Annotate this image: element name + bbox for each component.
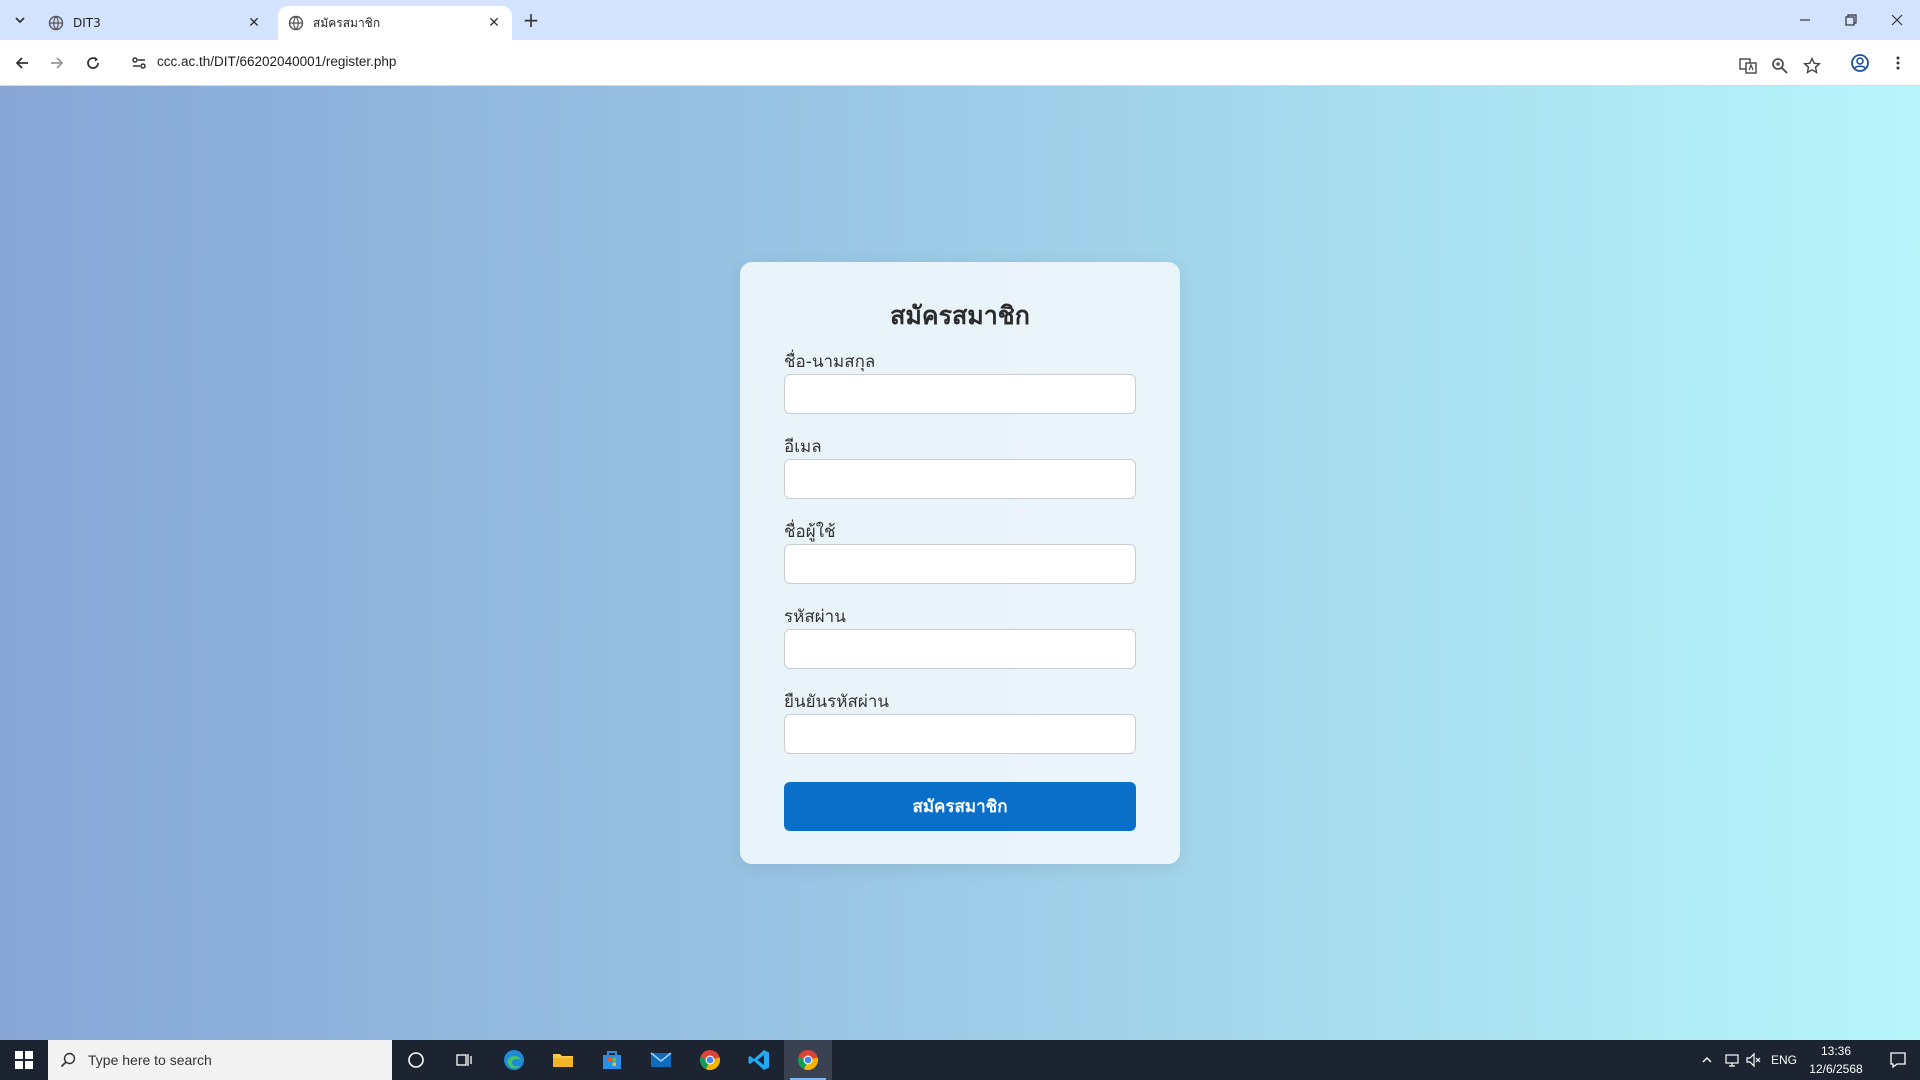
tab-register[interactable]: สมัครสมาชิก ✕ — [278, 6, 512, 40]
fullname-input[interactable] — [784, 374, 1136, 414]
store-app[interactable] — [588, 1040, 636, 1080]
show-hidden-icons-button[interactable] — [1698, 1040, 1716, 1080]
network-icon — [1725, 1054, 1739, 1067]
register-form-card: สมัครสมาชิก ชื่อ-นามสกุล อีเมล ชื่อผู้ใช… — [740, 262, 1180, 864]
vscode-app[interactable] — [735, 1040, 783, 1080]
form-heading: สมัครสมาชิก — [890, 301, 1030, 330]
username-label: ชื่อผู้ใช้ — [784, 522, 836, 542]
site-info-icon[interactable] — [130, 54, 148, 72]
start-button[interactable] — [0, 1040, 48, 1080]
email-label: อีเมล — [784, 437, 822, 457]
close-icon — [1891, 14, 1903, 26]
volume-button[interactable] — [1744, 1040, 1764, 1080]
close-window-button[interactable] — [1874, 0, 1920, 40]
browser-tab-strip: DIT3 ✕ สมัครสมาชิก ✕ + — [0, 0, 1920, 40]
chevron-down-icon — [15, 17, 25, 24]
tab-dit3[interactable]: DIT3 ✕ — [38, 6, 272, 40]
page-background: สมัครสมาชิก ชื่อ-นามสกุล อีเมล ชื่อผู้ใช… — [0, 86, 1920, 1040]
tab-title: สมัครสมาชิก — [313, 15, 381, 30]
chevron-up-icon — [1702, 1057, 1712, 1063]
profile-button[interactable] — [1846, 49, 1874, 77]
chrome-icon — [797, 1050, 819, 1071]
mail-icon — [650, 1052, 672, 1067]
register-button[interactable]: สมัครสมาชิก — [784, 782, 1136, 831]
chrome-icon — [699, 1050, 721, 1071]
profile-icon — [1851, 54, 1869, 72]
bookmark-star-icon[interactable] — [1800, 54, 1824, 78]
clock-time: 13:36 — [1820, 1044, 1852, 1058]
confirm-password-input[interactable] — [784, 714, 1136, 754]
reload-icon — [87, 57, 99, 69]
mail-app[interactable] — [637, 1040, 685, 1080]
tab-title: DIT3 — [73, 16, 101, 30]
task-view-icon — [456, 1054, 472, 1066]
globe-icon — [48, 15, 64, 31]
fullname-label: ชื่อ-นามสกุล — [784, 352, 876, 372]
password-label: รหัสผ่าน — [784, 607, 846, 627]
search-placeholder: Type here to search — [88, 1052, 212, 1068]
chrome-app-active[interactable] — [784, 1040, 832, 1080]
back-button[interactable] — [8, 49, 36, 77]
browser-toolbar: ccc.ac.th/DIT/66202040001/register.php — [0, 40, 1920, 86]
new-tab-button[interactable]: + — [519, 8, 543, 32]
windows-logo-icon — [15, 1051, 33, 1069]
search-icon — [60, 1052, 76, 1068]
cortana-button[interactable] — [392, 1040, 440, 1080]
restore-icon — [1845, 14, 1857, 26]
edge-icon — [504, 1050, 524, 1070]
arrow-right-icon — [51, 57, 64, 69]
edge-app[interactable] — [490, 1040, 538, 1080]
close-tab-icon[interactable]: ✕ — [486, 15, 502, 31]
volume-muted-icon — [1746, 1052, 1761, 1068]
address-bar[interactable]: ccc.ac.th/DIT/66202040001/register.php — [122, 45, 1835, 81]
clock[interactable]: 13:36 12/6/2568 — [1796, 1042, 1876, 1078]
forward-button[interactable] — [43, 49, 71, 77]
minimize-button[interactable] — [1782, 0, 1828, 40]
task-view-button[interactable] — [440, 1040, 488, 1080]
folder-icon — [553, 1054, 573, 1067]
notifications-button[interactable] — [1876, 1040, 1920, 1080]
store-icon — [603, 1051, 621, 1069]
password-input[interactable] — [784, 629, 1136, 669]
network-button[interactable] — [1722, 1040, 1742, 1080]
zoom-icon[interactable] — [1768, 54, 1792, 78]
chrome-app[interactable] — [686, 1040, 734, 1080]
menu-button[interactable] — [1884, 49, 1912, 77]
more-vertical-icon — [1896, 56, 1900, 70]
close-tab-icon[interactable]: ✕ — [246, 15, 262, 31]
username-input[interactable] — [784, 544, 1136, 584]
restore-button[interactable] — [1828, 0, 1874, 40]
minimize-icon — [1800, 19, 1810, 21]
taskbar-search-box[interactable]: Type here to search — [48, 1040, 392, 1080]
confirm-password-label: ยืนยันรหัสผ่าน — [784, 692, 890, 712]
translate-icon[interactable] — [1736, 54, 1760, 78]
arrow-left-icon — [15, 57, 28, 69]
reload-button[interactable] — [79, 49, 107, 77]
vscode-icon — [748, 1050, 769, 1070]
notification-icon — [1890, 1052, 1906, 1069]
tab-search-button[interactable] — [8, 8, 32, 32]
file-explorer-app[interactable] — [539, 1040, 587, 1080]
email-input[interactable] — [784, 459, 1136, 499]
cortana-icon — [408, 1052, 424, 1068]
url-text: ccc.ac.th/DIT/66202040001/register.php — [157, 54, 397, 69]
clock-date: 12/6/2568 — [1809, 1062, 1863, 1076]
windows-taskbar: Type here to search ENG 13:36 12/6/2568 — [0, 1040, 1920, 1080]
globe-icon — [288, 15, 304, 31]
